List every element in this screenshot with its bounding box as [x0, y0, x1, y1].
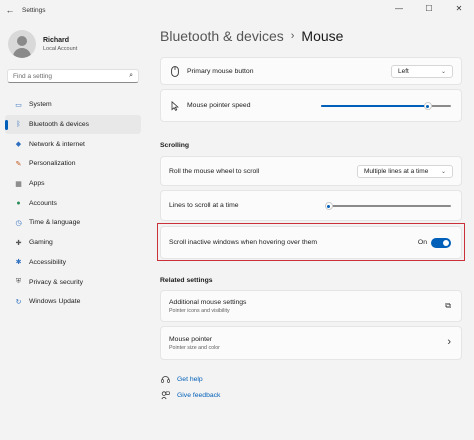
breadcrumb-separator-icon: ›: [290, 30, 295, 42]
person-icon: ●: [16, 199, 21, 207]
help-icon: [160, 375, 171, 384]
feedback-icon: [160, 391, 171, 400]
update-icon: ↻: [15, 298, 22, 306]
sidebar-item-label: System: [29, 101, 52, 109]
close-button[interactable]: ✕: [444, 0, 474, 16]
lines-to-scroll-label: Lines to scroll at a time: [169, 202, 239, 209]
breadcrumb: Bluetooth & devices › Mouse: [160, 28, 343, 44]
sidebar-item-label: Accessibility: [29, 258, 67, 266]
search-icon[interactable]: ⌕: [129, 72, 133, 80]
title-bar: ← Settings — ☐ ✕: [0, 0, 474, 20]
scrolling-heading: Scrolling: [160, 142, 190, 149]
get-help-link[interactable]: Get help: [160, 375, 203, 384]
chevron-right-icon: ›: [447, 336, 451, 348]
dropdown-value: Multiple lines at a time: [364, 168, 429, 175]
profile-name: Richard: [43, 36, 70, 44]
bluetooth-icon: ᛒ: [16, 121, 21, 129]
wifi-icon: ◆: [15, 141, 22, 149]
chevron-down-icon: ⌄: [440, 69, 446, 75]
sidebar-item-label: Bluetooth & devices: [29, 121, 90, 129]
sidebar-item-privacy-security[interactable]: ⛨ Privacy & security: [5, 272, 141, 292]
window-title: Settings: [22, 6, 46, 14]
sidebar: Richard Local Account Find a setting ⌕ ▭…: [0, 22, 148, 440]
mouse-icon: [169, 65, 181, 77]
sidebar-item-accessibility[interactable]: ✱ Accessibility: [5, 253, 141, 273]
sidebar-item-label: Windows Update: [29, 298, 81, 306]
cursor-icon: [169, 100, 181, 111]
sidebar-item-bluetooth-devices[interactable]: ᛒ Bluetooth & devices: [5, 114, 141, 135]
avatar: [8, 30, 36, 58]
search-box[interactable]: Find a setting ⌕: [7, 69, 139, 83]
get-help-label: Get help: [177, 376, 203, 383]
globe-clock-icon: ◷: [15, 219, 22, 227]
apps-icon: ▦: [15, 180, 22, 188]
sidebar-item-label: Accounts: [29, 199, 57, 207]
pointer-speed-label: Mouse pointer speed: [187, 102, 251, 109]
sidebar-item-label: Gaming: [29, 239, 53, 247]
sidebar-item-apps[interactable]: ▦ Apps: [5, 174, 141, 194]
minimize-button[interactable]: —: [384, 0, 414, 16]
roll-wheel-dropdown[interactable]: Multiple lines at a time ⌄: [357, 165, 453, 178]
highlight-box: [157, 223, 465, 261]
sidebar-item-personalization[interactable]: ✎ Personalization: [5, 154, 141, 174]
dropdown-value: Left: [398, 68, 409, 75]
roll-wheel-label: Roll the mouse wheel to scroll: [169, 167, 260, 175]
additional-mouse-settings-subtitle: Pointer icons and visibility: [169, 307, 230, 314]
additional-mouse-settings-title: Additional mouse settings: [169, 298, 247, 306]
page-title: Mouse: [301, 28, 344, 44]
give-feedback-label: Give feedback: [177, 392, 221, 399]
lines-to-scroll-slider[interactable]: [324, 202, 451, 210]
primary-mouse-button-dropdown[interactable]: Left ⌄: [391, 65, 453, 78]
back-arrow-icon[interactable]: ←: [0, 0, 20, 20]
additional-mouse-settings-card[interactable]: Additional mouse settings Pointer icons …: [160, 290, 462, 322]
accessibility-icon: ✱: [15, 259, 22, 267]
pointer-speed-slider[interactable]: [321, 102, 451, 110]
monitor-icon: ▭: [15, 101, 22, 109]
window-controls: — ☐ ✕: [384, 0, 474, 16]
search-input[interactable]: Find a setting: [13, 73, 129, 80]
primary-mouse-button-label: Primary mouse button: [187, 67, 254, 75]
open-external-icon: ⧉: [445, 301, 451, 310]
chevron-down-icon: ⌄: [440, 169, 446, 175]
primary-mouse-button-card: Primary mouse button Left ⌄: [160, 57, 462, 85]
sidebar-item-network[interactable]: ◆ Network & internet: [5, 134, 141, 154]
sidebar-item-label: Personalization: [29, 160, 76, 168]
related-settings-heading: Related settings: [160, 277, 213, 284]
sidebar-item-label: Privacy & security: [29, 278, 84, 286]
sidebar-item-accounts[interactable]: ● Accounts: [5, 193, 141, 213]
sidebar-item-system[interactable]: ▭ System: [5, 95, 141, 115]
sidebar-item-label: Network & internet: [29, 140, 85, 148]
roll-wheel-card: Roll the mouse wheel to scroll Multiple …: [160, 156, 462, 186]
mouse-pointer-subtitle: Pointer size and color: [169, 344, 220, 351]
mouse-pointer-title: Mouse pointer: [169, 335, 213, 343]
brush-icon: ✎: [15, 160, 22, 168]
lines-to-scroll-card: Lines to scroll at a time: [160, 190, 462, 221]
slider-thumb[interactable]: [423, 102, 432, 110]
user-profile[interactable]: Richard Local Account: [8, 30, 77, 58]
mouse-pointer-card[interactable]: Mouse pointer Pointer size and color ›: [160, 326, 462, 360]
maximize-button[interactable]: ☐: [414, 0, 444, 16]
sidebar-item-time-language[interactable]: ◷ Time & language: [5, 213, 141, 233]
give-feedback-link[interactable]: Give feedback: [160, 391, 220, 400]
sidebar-item-label: Time & language: [29, 219, 81, 227]
sidebar-item-label: Apps: [29, 180, 45, 188]
sidebar-nav: ▭ System ᛒ Bluetooth & devices ◆ Network…: [5, 95, 141, 312]
sidebar-item-windows-update[interactable]: ↻ Windows Update: [5, 292, 141, 312]
pointer-speed-card: Mouse pointer speed: [160, 89, 462, 122]
slider-thumb[interactable]: [324, 202, 333, 210]
sidebar-item-gaming[interactable]: ✚ Gaming: [5, 233, 141, 253]
shield-icon: ⛨: [15, 278, 22, 286]
breadcrumb-parent[interactable]: Bluetooth & devices: [160, 28, 284, 44]
slider-fill: [321, 105, 428, 107]
profile-account-type: Local Account: [43, 45, 78, 52]
gamepad-icon: ✚: [15, 239, 22, 247]
